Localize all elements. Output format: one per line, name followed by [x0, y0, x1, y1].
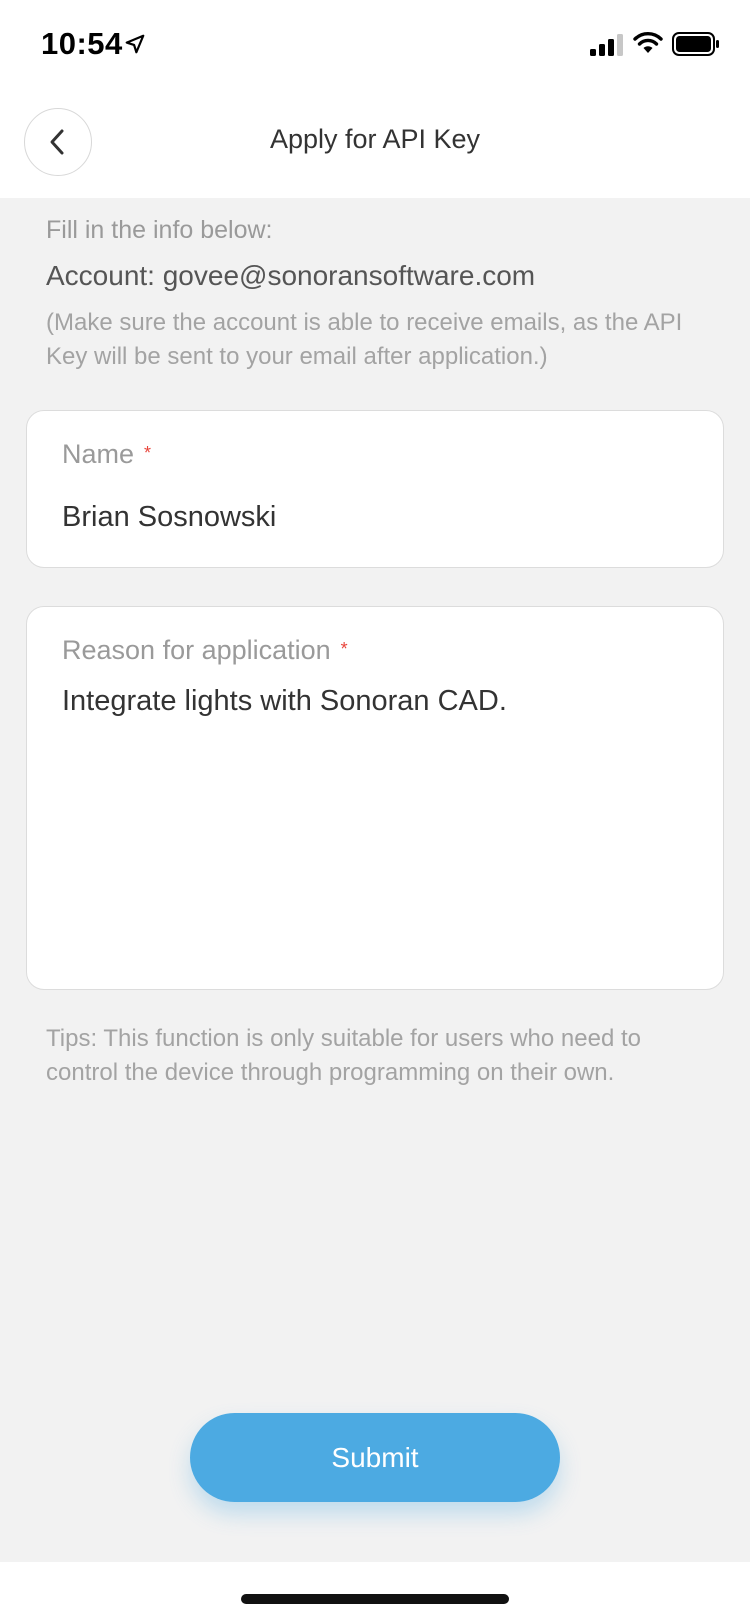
reason-textarea[interactable]: Integrate lights with Sonoran CAD.	[62, 681, 693, 959]
cellular-signal-icon	[590, 34, 623, 56]
location-arrow-icon	[125, 34, 145, 54]
name-label: Name *	[62, 439, 151, 470]
reason-field-card: Reason for application * Integrate lights…	[26, 606, 724, 990]
home-indicator-area	[0, 1562, 750, 1624]
status-time: 10:54	[41, 26, 123, 61]
name-label-text: Name	[62, 439, 135, 469]
header: Apply for API Key	[0, 90, 750, 198]
reason-label: Reason for application *	[62, 635, 348, 666]
tips-text: Tips: This function is only suitable for…	[46, 1025, 641, 1086]
intro-label: Fill in the info below:	[46, 216, 273, 244]
account-note: (Make sure the account is able to receiv…	[46, 309, 683, 370]
status-bar: 10:54	[0, 0, 750, 90]
wifi-icon	[633, 32, 663, 53]
page-title: Apply for API Key	[269, 124, 481, 154]
required-mark: *	[144, 443, 152, 463]
battery-icon	[672, 32, 719, 56]
submit-button[interactable]: Submit	[190, 1413, 560, 1502]
account-text: Account: govee@sonoransoftware.com	[46, 260, 536, 291]
required-mark: *	[340, 639, 348, 659]
name-input[interactable]	[62, 497, 693, 537]
name-field-card: Name *	[26, 410, 724, 568]
reason-label-text: Reason for application	[62, 635, 331, 665]
home-indicator[interactable]	[241, 1594, 509, 1604]
